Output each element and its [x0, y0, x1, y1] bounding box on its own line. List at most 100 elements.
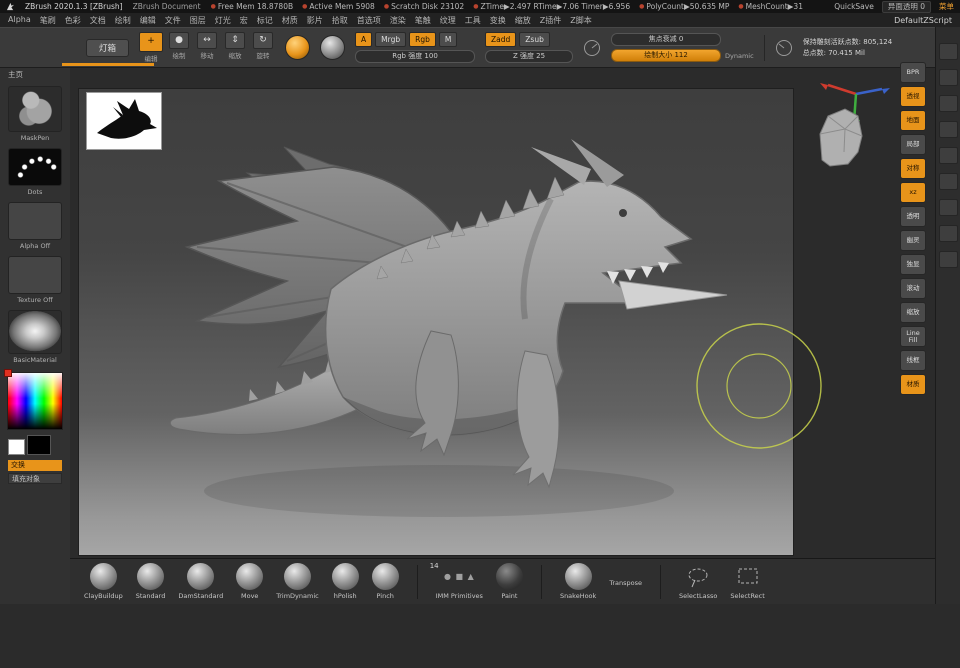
sidebar-slot-current-alpha[interactable]: Alpha Off — [8, 202, 62, 250]
tray-brush-damstandard[interactable]: DamStandard — [178, 563, 223, 600]
sidebar-slot-current-stroke[interactable]: Dots — [8, 148, 62, 196]
axis-x-arrow[interactable] — [820, 83, 828, 90]
gizmo-head-mesh[interactable] — [820, 109, 862, 166]
current-stroke-orb[interactable] — [320, 35, 345, 60]
menu-item-影片[interactable]: 影片 — [307, 15, 323, 26]
side-panel-tab[interactable] — [939, 173, 958, 190]
tray-brush-paint[interactable]: Paint — [496, 563, 523, 600]
tray-brush-standard[interactable]: Standard — [136, 563, 166, 600]
right-shelf-button-BPR[interactable]: BPR — [900, 62, 926, 83]
channel-button-A[interactable]: A — [355, 32, 372, 47]
primary-color-swatch[interactable] — [27, 435, 51, 455]
menu-item-纹理[interactable]: 纹理 — [440, 15, 456, 26]
draw-size-slider[interactable]: 绘制大小 112 — [611, 49, 721, 62]
camera-gizmo[interactable] — [800, 64, 892, 172]
menu-item-渲染[interactable]: 渲染 — [390, 15, 406, 26]
sculpt-button-Zsub[interactable]: Zsub — [519, 32, 550, 47]
axis-z-arrow[interactable] — [882, 88, 890, 94]
fill-object-button[interactable]: 填充对象 — [8, 473, 62, 484]
right-shelf-button-缩放[interactable]: 缩放 — [900, 302, 926, 323]
menu-item-灯光[interactable]: 灯光 — [215, 15, 231, 26]
tray-brush-move[interactable]: Move — [236, 563, 263, 600]
color-gradient[interactable] — [7, 372, 63, 430]
dynamic-label[interactable]: Dynamic — [725, 52, 754, 60]
menu-item-宏[interactable]: 宏 — [240, 15, 248, 26]
switch-color-button[interactable]: 交换 — [8, 460, 62, 471]
channel-button-M[interactable]: M — [439, 32, 457, 47]
menu-item-文件[interactable]: 文件 — [165, 15, 181, 26]
right-shelf-button-Line Fill[interactable]: Line Fill — [900, 326, 926, 347]
menu-button[interactable]: 菜单 — [939, 1, 954, 12]
rgb-intensity-slider[interactable]: Rgb 强度 100 — [355, 50, 475, 63]
current-brush-orb[interactable] — [285, 35, 310, 60]
menu-item-首选项[interactable]: 首选项 — [357, 15, 381, 26]
sidebar-slot-current-material[interactable]: BasicMaterial — [8, 310, 62, 364]
tray-brush-trimdynamic[interactable]: TrimDynamic — [276, 563, 319, 600]
right-shelf-button-对称[interactable]: 对称 — [900, 158, 926, 179]
channel-button-Rgb[interactable]: Rgb — [409, 32, 436, 47]
right-shelf-button-透视[interactable]: 透视 — [900, 86, 926, 107]
tray-brush-pinch[interactable]: Pinch — [372, 563, 399, 600]
tray-brush-transpose[interactable]: Transpose — [609, 577, 642, 587]
right-shelf-button-xz[interactable]: xz — [900, 182, 926, 203]
side-panel-tab[interactable] — [939, 69, 958, 86]
lightbox-button[interactable]: 灯箱 — [86, 39, 129, 57]
right-shelf-button-局部[interactable]: 局部 — [900, 134, 926, 155]
menu-item-Z插件[interactable]: Z插件 — [540, 15, 561, 26]
focal-shift-slider[interactable]: 焦点衰减 0 — [611, 33, 721, 46]
tray-brush-selectlasso[interactable]: SelectLasso — [679, 563, 717, 600]
right-shelf-button-滚动[interactable]: 滚动 — [900, 278, 926, 299]
tray-brush-hpolish[interactable]: hPolish — [332, 563, 359, 600]
right-shelf-button-透明[interactable]: 透明 — [900, 206, 926, 227]
menu-item-编辑[interactable]: 编辑 — [140, 15, 156, 26]
secondary-color-swatch[interactable] — [8, 439, 25, 455]
menu-item-工具[interactable]: 工具 — [465, 15, 481, 26]
sidebar-slot-current-brush[interactable]: MaskPen — [8, 86, 62, 142]
right-shelf-button-幽灵[interactable]: 幽灵 — [900, 230, 926, 251]
menu-item-缩放[interactable]: 缩放 — [515, 15, 531, 26]
right-shelf-button-线框[interactable]: 线框 — [900, 350, 926, 371]
side-panel-tab[interactable] — [939, 147, 958, 164]
document-canvas[interactable] — [78, 88, 794, 556]
menu-item-色彩[interactable]: 色彩 — [65, 15, 81, 26]
right-shelf-button-地面[interactable]: 地面 — [900, 110, 926, 131]
z-intensity-slider[interactable]: Z 强度 25 — [485, 50, 573, 63]
menu-item-图层[interactable]: 图层 — [190, 15, 206, 26]
document-thumbnail[interactable] — [86, 92, 162, 150]
menu-item-文档[interactable]: 文档 — [90, 15, 106, 26]
menu-item-笔触[interactable]: 笔触 — [415, 15, 431, 26]
zscript-label[interactable]: DefaultZScript — [894, 16, 952, 25]
side-panel-tab[interactable] — [939, 121, 958, 138]
tray-brush-imm-primitives[interactable]: 14● ■ ▲IMM Primitives — [436, 563, 483, 600]
mode-button-移动[interactable]: ↔移动 — [195, 32, 219, 60]
mode-button-绘制[interactable]: ●绘制 — [167, 32, 191, 60]
menu-item-绘制[interactable]: 绘制 — [115, 15, 131, 26]
sculpt-button-Zadd[interactable]: Zadd — [485, 32, 516, 47]
menu-item-笔刷[interactable]: 笔刷 — [40, 15, 56, 26]
menu-item-拾取[interactable]: 拾取 — [332, 15, 348, 26]
side-panel-tab[interactable] — [939, 225, 958, 242]
stat-bullet-icon: ● — [473, 3, 478, 10]
side-panel-tab[interactable] — [939, 43, 958, 60]
mode-button-缩放[interactable]: ⇕缩放 — [223, 32, 247, 60]
sidebar-slot-current-texture[interactable]: Texture Off — [8, 256, 62, 304]
menu-item-材质[interactable]: 材质 — [282, 15, 298, 26]
tray-brush-claybuildup[interactable]: ClayBuildup — [84, 563, 123, 600]
right-shelf-button-材质[interactable]: 材质 — [900, 374, 926, 395]
quicksave-button[interactable]: QuickSave — [834, 2, 874, 11]
tray-brush-selectrect[interactable]: SelectRect — [730, 563, 764, 600]
menu-item-变换[interactable]: 变换 — [490, 15, 506, 26]
side-panel-tab[interactable] — [939, 251, 958, 268]
color-picker[interactable] — [7, 372, 63, 430]
side-panel-tab[interactable] — [939, 199, 958, 216]
menu-item-Alpha[interactable]: Alpha — [8, 15, 31, 26]
opacity-indicator[interactable]: 异面透明 0 — [882, 1, 931, 13]
mode-button-旋转[interactable]: ↻旋转 — [251, 32, 275, 60]
tray-brush-snakehook[interactable]: SnakeHook — [560, 563, 596, 600]
menu-item-Z脚本[interactable]: Z脚本 — [570, 15, 591, 26]
side-panel-tab[interactable] — [939, 95, 958, 112]
mode-button-编辑[interactable]: +编辑 — [139, 32, 163, 63]
right-shelf-button-独显[interactable]: 独显 — [900, 254, 926, 275]
channel-button-Mrgb[interactable]: Mrgb — [375, 32, 406, 47]
menu-item-标记[interactable]: 标记 — [257, 15, 273, 26]
